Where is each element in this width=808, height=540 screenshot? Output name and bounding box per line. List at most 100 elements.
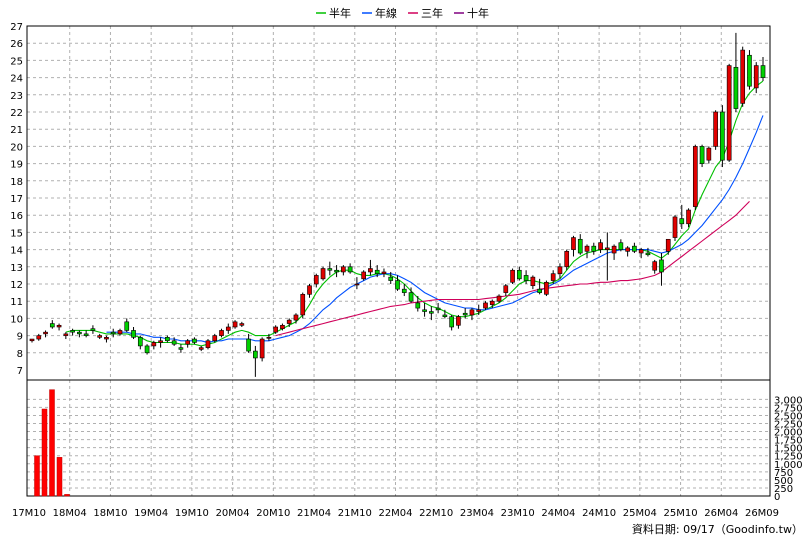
candle-body [598,242,603,250]
candle-body [753,65,759,89]
candle-body [361,271,366,280]
price-tick-label: 20 [10,142,23,153]
time-tick-label: 19M04 [134,508,168,519]
candle [341,265,346,276]
candle [124,318,130,333]
time-tick-label: 18M04 [53,508,87,519]
price-tick-label: 9 [17,332,23,343]
candle [29,338,35,343]
candle-body [117,330,123,335]
candle [83,330,89,338]
candle [571,235,576,257]
candle-body [171,340,177,345]
candle-body [496,295,502,302]
candle-body [618,242,624,250]
candle-body [632,245,637,252]
candle-body [699,146,705,164]
candle-body [544,281,549,295]
candle [225,323,231,334]
candle [577,234,583,255]
time-tick-label: 21M10 [338,508,372,519]
candle [665,238,671,255]
candle-body [517,269,522,280]
candle-body [347,266,353,273]
candle-body [334,269,339,273]
candle [56,323,62,331]
volume-bar [34,455,40,497]
candle [537,278,542,295]
price-tick-label: 26 [10,39,23,50]
candle-body [435,307,441,311]
price-tick-label: 7 [17,366,23,377]
price-tick-label: 17 [10,194,23,205]
time-tick-label: 21M04 [297,508,331,519]
volume-tick-label: 3,000 [774,395,803,406]
candle-body [652,261,658,271]
candle [158,337,163,348]
candle-body [259,338,265,359]
candle [239,321,245,327]
candle-body [165,337,170,342]
candle-body [706,147,712,161]
candle-body [49,323,55,328]
candle [618,239,624,252]
candle [313,273,319,288]
candle [253,345,258,377]
time-tick-label: 17M10 [12,508,46,519]
candle-body [104,337,109,340]
candle [36,333,42,341]
price-tick-label: 15 [10,228,23,239]
price-tick-label: 18 [10,177,23,188]
candle [726,63,732,162]
candle [198,345,204,352]
candle [43,330,48,338]
candle-body [300,294,306,316]
candle-body [713,111,718,147]
candle [530,275,536,290]
time-tick-label: 20M10 [256,508,290,519]
candle-body [43,331,48,335]
candle [720,105,725,168]
candle-body [144,345,150,354]
candle-body [686,209,691,225]
candle-body [489,300,495,305]
candle [523,270,529,284]
volume-axis: 02505007501,0001,2501,5001,7502,0002,250… [774,395,803,503]
price-tick-label: 22 [10,108,23,119]
candle [672,215,678,241]
candle-body [665,238,671,252]
candle-body [56,324,62,328]
candle-body [192,338,197,343]
candle-body [178,347,184,350]
candle-body [550,273,556,281]
candle-body [577,238,583,254]
candle [740,46,746,107]
time-tick-label: 25M10 [664,508,698,519]
candle [232,320,238,329]
candle [625,246,630,257]
candle [692,144,698,211]
time-tick-label: 26M09 [745,508,779,519]
candle-body [198,347,204,350]
candle-body [97,335,103,338]
candle [584,244,590,259]
candle-body [659,259,664,273]
candle-body [232,321,238,328]
candle-body [205,340,211,348]
candle-body [246,338,251,352]
candle [381,268,387,278]
candle [63,332,69,340]
legend-label: 年線 [375,6,397,20]
candle [449,314,454,331]
time-tick-label: 25M04 [623,508,657,519]
price-tick-label: 14 [10,246,23,257]
candle [259,337,265,362]
candle-body [374,269,380,274]
candle [456,314,461,329]
time-tick-label: 24M10 [582,508,616,519]
candle-body [341,266,346,273]
candle-body [476,309,482,312]
candle [652,259,658,274]
candle-body [571,237,576,250]
candle-body [483,302,488,309]
